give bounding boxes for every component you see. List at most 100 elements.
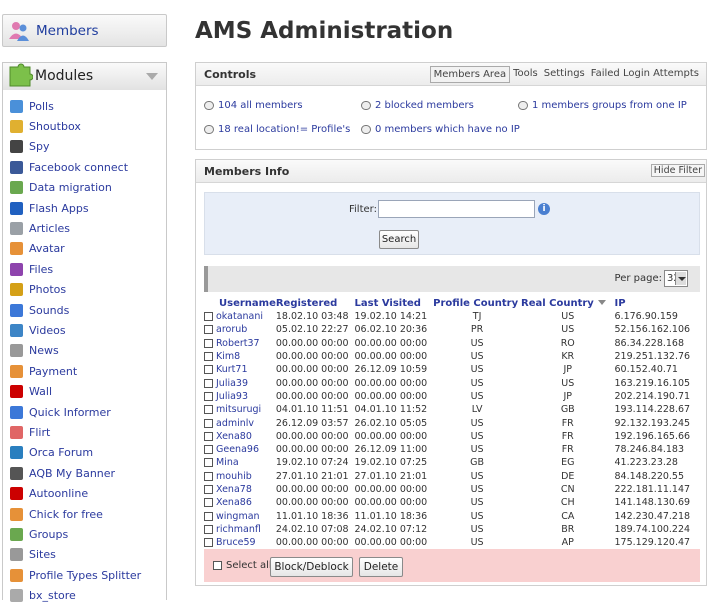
- sidebar-item-facebook-connect[interactable]: Facebook connect: [10, 158, 128, 176]
- username-link[interactable]: mitsurugi: [216, 404, 261, 415]
- no-ip-link[interactable]: 0 members which have no IP: [361, 124, 520, 135]
- username-link[interactable]: okatanani: [216, 311, 263, 322]
- per-page-select[interactable]: 32: [664, 270, 688, 287]
- chevron-down-icon[interactable]: [146, 73, 158, 80]
- column-last-visited[interactable]: Last Visited: [355, 296, 434, 310]
- row-checkbox[interactable]: [204, 391, 213, 401]
- cell-username[interactable]: Xena80: [204, 430, 276, 443]
- username-link[interactable]: richmanfl: [216, 524, 261, 535]
- tab-failed-login-attempts[interactable]: Failed Login Attempts: [588, 66, 702, 83]
- sidebar-item-flash-apps[interactable]: Flash Apps: [10, 199, 89, 217]
- column-ip[interactable]: IP: [615, 296, 700, 310]
- username-link[interactable]: wingman: [216, 511, 260, 522]
- sidebar-item-flirt[interactable]: Flirt: [10, 423, 50, 441]
- cell-username[interactable]: Julia39: [204, 376, 276, 389]
- username-link[interactable]: mouhib: [216, 471, 252, 482]
- username-link[interactable]: Mina: [216, 457, 239, 468]
- sidebar-item-bx-store[interactable]: bx_store: [10, 587, 76, 605]
- sidebar-item-articles[interactable]: Articles: [10, 219, 70, 237]
- groups-one-ip-link[interactable]: 1 members groups from one IP: [518, 100, 687, 111]
- cell-username[interactable]: Bruce59: [204, 536, 276, 549]
- column-username[interactable]: Username: [204, 296, 276, 310]
- cell-username[interactable]: Xena78: [204, 483, 276, 496]
- cell-username[interactable]: okatanani: [204, 310, 276, 323]
- username-link[interactable]: Julia39: [216, 378, 248, 389]
- sidebar-item-orca-forum[interactable]: Orca Forum: [10, 444, 93, 462]
- row-checkbox[interactable]: [204, 312, 213, 322]
- row-checkbox[interactable]: [204, 352, 213, 362]
- username-link[interactable]: Robert37: [216, 338, 260, 349]
- cell-username[interactable]: arorub: [204, 323, 276, 336]
- sidebar-item-files[interactable]: Files: [10, 260, 53, 278]
- sidebar-item-shoutbox[interactable]: Shoutbox: [10, 117, 81, 135]
- sidebar-item-quick-informer[interactable]: Quick Informer: [10, 403, 111, 421]
- sidebar-item-chick-for-free[interactable]: Chick for free: [10, 505, 103, 523]
- row-checkbox[interactable]: [204, 405, 213, 415]
- blocked-members-link[interactable]: 2 blocked members: [361, 100, 474, 111]
- username-link[interactable]: adminlv: [216, 418, 254, 429]
- sidebar-item-sites[interactable]: Sites: [10, 546, 56, 564]
- row-checkbox[interactable]: [204, 524, 213, 534]
- cell-username[interactable]: mitsurugi: [204, 403, 276, 416]
- sidebar-item-wall[interactable]: Wall: [10, 383, 52, 401]
- row-checkbox[interactable]: [204, 418, 213, 428]
- cell-username[interactable]: Geena96: [204, 443, 276, 456]
- block-deblock-button[interactable]: Block/Deblock: [270, 557, 353, 577]
- cell-username[interactable]: Robert37: [204, 337, 276, 350]
- sidebar-item-photos[interactable]: Photos: [10, 281, 66, 299]
- row-checkbox[interactable]: [204, 431, 213, 441]
- sidebar-item-groups[interactable]: Groups: [10, 525, 68, 543]
- row-checkbox[interactable]: [204, 471, 213, 481]
- info-icon[interactable]: i: [538, 203, 550, 215]
- username-link[interactable]: Kim8: [216, 351, 240, 362]
- row-checkbox[interactable]: [204, 485, 213, 494]
- row-checkbox[interactable]: [204, 511, 213, 521]
- cell-username[interactable]: Kurt71: [204, 363, 276, 376]
- hide-filter-button[interactable]: Hide Filter: [650, 164, 705, 177]
- row-checkbox[interactable]: [204, 325, 213, 335]
- sidebar-item-payment[interactable]: Payment: [10, 362, 77, 380]
- cell-username[interactable]: wingman: [204, 509, 276, 522]
- cell-username[interactable]: mouhib: [204, 470, 276, 483]
- tab-tools[interactable]: Tools: [510, 66, 541, 83]
- username-link[interactable]: Geena96: [216, 444, 259, 455]
- select-all-checkbox[interactable]: [213, 561, 222, 570]
- row-checkbox[interactable]: [204, 458, 213, 468]
- username-link[interactable]: Kurt71: [216, 364, 248, 375]
- column-profile-country[interactable]: Profile Country: [433, 296, 521, 310]
- row-checkbox[interactable]: [204, 498, 213, 508]
- sidebar-item-spy[interactable]: Spy: [10, 138, 49, 156]
- tab-members-area[interactable]: Members Area: [429, 66, 511, 83]
- sidebar-item-videos[interactable]: Videos: [10, 321, 66, 339]
- search-button[interactable]: Search: [379, 230, 419, 249]
- username-link[interactable]: Xena86: [216, 497, 252, 508]
- username-link[interactable]: Julia93: [216, 391, 248, 402]
- cell-username[interactable]: adminlv: [204, 416, 276, 429]
- row-checkbox[interactable]: [204, 538, 213, 548]
- delete-button[interactable]: Delete: [359, 557, 403, 577]
- username-link[interactable]: arorub: [216, 324, 247, 335]
- column-registered[interactable]: Registered: [276, 296, 355, 310]
- sidebar-item-aqb-my-banner[interactable]: AQB My Banner: [10, 464, 115, 482]
- username-link[interactable]: Xena78: [216, 484, 252, 495]
- sidebar-item-news[interactable]: News: [10, 342, 59, 360]
- row-checkbox[interactable]: [204, 445, 213, 455]
- modules-menu-header[interactable]: Modules: [2, 62, 167, 90]
- cell-username[interactable]: Xena86: [204, 496, 276, 509]
- cell-username[interactable]: Kim8: [204, 350, 276, 363]
- row-checkbox[interactable]: [204, 338, 213, 348]
- sidebar-item-avatar[interactable]: Avatar: [10, 240, 65, 258]
- cell-username[interactable]: Mina: [204, 456, 276, 469]
- filter-input[interactable]: [378, 200, 535, 218]
- cell-username[interactable]: Julia93: [204, 390, 276, 403]
- sidebar-item-profile-types-splitter[interactable]: Profile Types Splitter: [10, 566, 141, 584]
- row-checkbox[interactable]: [204, 378, 213, 388]
- username-link[interactable]: Bruce59: [216, 537, 256, 548]
- sidebar-item-polls[interactable]: Polls: [10, 97, 54, 115]
- username-link[interactable]: Xena80: [216, 431, 252, 442]
- real-location-link[interactable]: 18 real location!= Profile's: [204, 124, 350, 135]
- sidebar-item-autoonline[interactable]: Autoonline: [10, 485, 88, 503]
- cell-username[interactable]: richmanfl: [204, 523, 276, 536]
- sidebar-item-data-migration[interactable]: Data migration: [10, 179, 112, 197]
- sidebar-item-sounds[interactable]: Sounds: [10, 301, 69, 319]
